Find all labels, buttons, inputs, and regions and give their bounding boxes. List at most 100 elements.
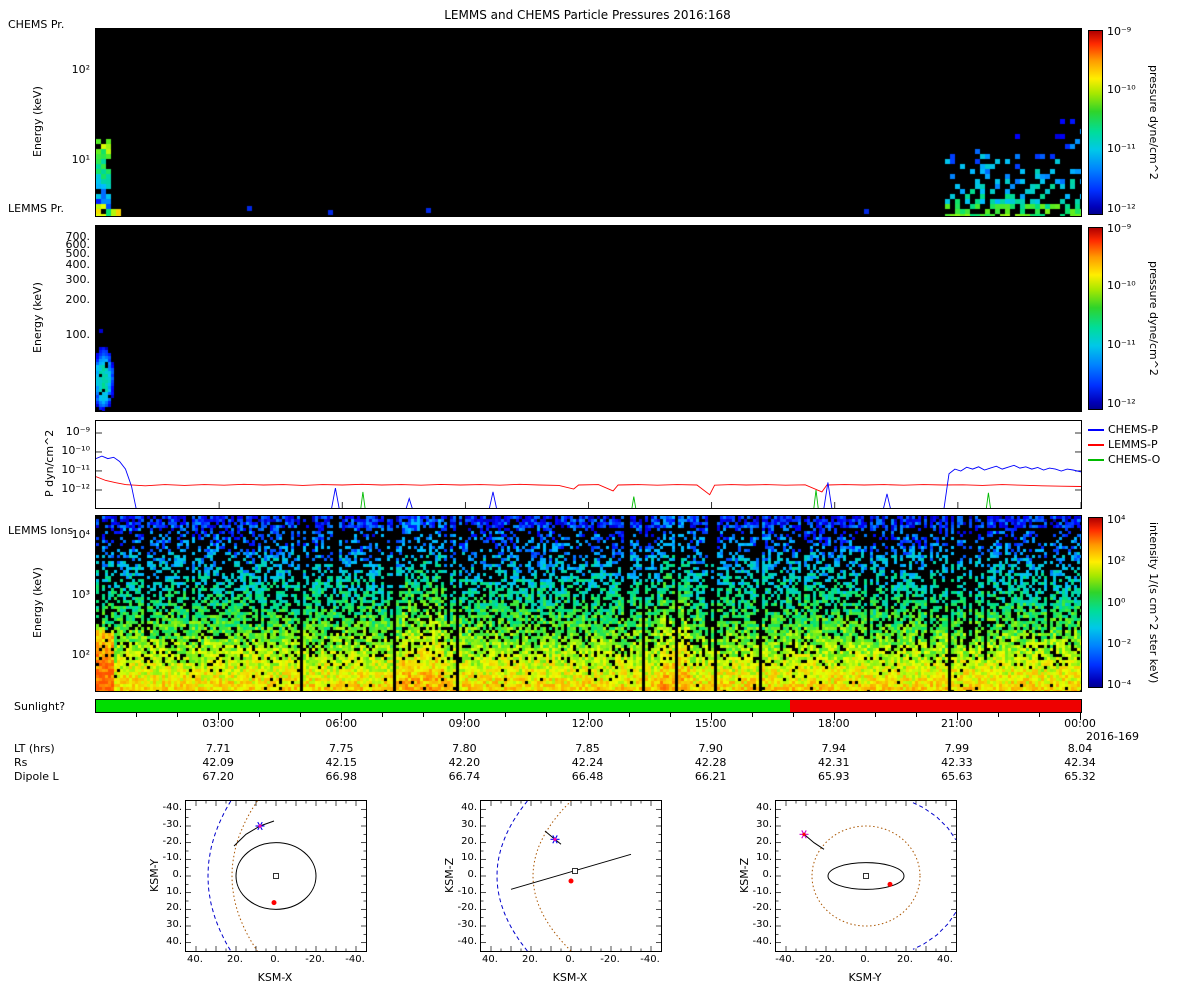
- chems-spectrogram-canvas: [96, 29, 1081, 216]
- bowshock-arc-bottom: [913, 912, 956, 949]
- orbit-xz-svg: [481, 801, 661, 951]
- chems-colorbar-unit-label: pressure dyne/cm^2: [1146, 30, 1161, 215]
- colorbar-tick-label: 10⁻¹⁰: [1107, 279, 1147, 292]
- saturn-marker: [274, 874, 279, 879]
- time-tick-mark: [793, 713, 794, 717]
- colorbar-tick-label: 10⁻¹²: [1107, 202, 1147, 215]
- ions-spectrogram-panel: [95, 515, 1082, 692]
- ions-energy-axis-label: Energy (keV): [30, 515, 45, 690]
- lt-value: 8.04: [1050, 742, 1110, 755]
- orbit-xy-svg: [186, 801, 366, 951]
- lemms-colorbar-unit-label: pressure dyne/cm^2: [1146, 227, 1161, 410]
- time-tick-mark: [259, 713, 260, 717]
- dipole-value: 65.93: [804, 770, 864, 783]
- orbit-plot-xz: [480, 800, 662, 952]
- trajectory: [804, 834, 824, 849]
- colorbar-tick-label: 10⁻⁴: [1107, 678, 1147, 691]
- time-tick-mark: [998, 713, 999, 717]
- time-tick-mark: [177, 713, 178, 717]
- orbit-x-tick-label: -40.: [770, 954, 800, 965]
- lemms-p-line: [96, 477, 1081, 495]
- dipole-value: 67.20: [188, 770, 248, 783]
- rs-value: 42.15: [311, 756, 371, 769]
- bowshock-arc-top: [913, 803, 956, 840]
- colorbar-tick-label: 10⁻¹¹: [1107, 142, 1147, 155]
- dipole-value: 66.21: [681, 770, 741, 783]
- y-tick-label: 10⁴: [38, 528, 90, 541]
- magnetopause-curve: [533, 801, 571, 951]
- orbit-y-tick-label: 30.: [451, 819, 477, 830]
- orbit-y-tick-label: -40.: [451, 936, 477, 947]
- time-tick-mark: [752, 713, 753, 717]
- y-tick-label: 10⁻¹¹: [38, 463, 90, 476]
- orbit-x-tick-label: 40.: [475, 954, 505, 965]
- colorbar-tick-label: 10⁻⁹: [1107, 222, 1147, 235]
- orbit-y-tick-label: 10.: [746, 852, 772, 863]
- spacecraft-center-dot: [553, 838, 556, 841]
- y-tick-label: 300.: [38, 273, 90, 286]
- orbit-x-tick-label: 20.: [515, 954, 545, 965]
- rs-value: 42.31: [804, 756, 864, 769]
- time-tick-mark: [300, 713, 301, 717]
- colorbar-tick-label: 10⁻¹²: [1107, 397, 1147, 410]
- lt-value: 7.80: [434, 742, 494, 755]
- orbit-yz-svg: [776, 801, 956, 951]
- saturn-marker: [573, 869, 578, 874]
- plot-page: LEMMS and CHEMS Particle Pressures 2016:…: [0, 0, 1200, 1000]
- rs-value: 42.33: [927, 756, 987, 769]
- time-tick-label: 18:00: [804, 717, 864, 730]
- rs-value: 42.28: [681, 756, 741, 769]
- orbit-y-tick-label: 0.: [156, 869, 182, 880]
- legend-swatch: [1088, 444, 1104, 446]
- chems-spectrogram-panel: [95, 28, 1082, 217]
- time-tick-label: 15:00: [681, 717, 741, 730]
- ions-intensity-colorbar: [1088, 517, 1103, 688]
- time-tick-mark: [136, 713, 137, 717]
- orbit-x-tick-label: 40.: [180, 954, 210, 965]
- orbit-xz-xlabel: KSM-X: [540, 971, 600, 984]
- y-tick-label: 400.: [38, 258, 90, 271]
- orbit-y-tick-label: 40.: [451, 802, 477, 813]
- orbit-y-tick-label: 0.: [451, 869, 477, 880]
- lemms-spectrogram-canvas: [96, 226, 1081, 411]
- legend-label: CHEMS-P: [1108, 423, 1158, 436]
- orbit-y-tick-label: 0.: [746, 869, 772, 880]
- position-dot: [569, 879, 574, 884]
- bowshock-curve: [208, 801, 231, 951]
- orbit-y-tick-label: 10.: [156, 886, 182, 897]
- dipole-value: 66.48: [558, 770, 618, 783]
- lt-value: 7.94: [804, 742, 864, 755]
- sunlight-bar: [95, 699, 1082, 713]
- orbit-x-tick-label: 0.: [850, 954, 880, 965]
- chems-energy-axis-label: Energy (keV): [30, 28, 45, 215]
- dipole-value: 65.32: [1050, 770, 1110, 783]
- rs-value: 42.34: [1050, 756, 1110, 769]
- orbit-y-tick-label: -20.: [156, 836, 182, 847]
- colorbar-tick-label: 10⁴: [1107, 513, 1147, 526]
- time-tick-label: 09:00: [434, 717, 494, 730]
- dipole-value: 66.98: [311, 770, 371, 783]
- rs-row-label: Rs: [14, 756, 27, 769]
- orbit-y-tick-label: 20.: [156, 902, 182, 913]
- legend-label: CHEMS-O: [1108, 453, 1160, 466]
- orbit-y-tick-label: -20.: [451, 902, 477, 913]
- sunlight-label: Sunlight?: [14, 700, 65, 713]
- orbit-y-tick-label: -10.: [746, 886, 772, 897]
- chems-p-line: [96, 456, 1081, 508]
- y-tick-label: 10²: [38, 648, 90, 661]
- lt-value: 7.99: [927, 742, 987, 755]
- orbit-x-tick-label: -40.: [340, 954, 370, 965]
- orbit-y-tick-label: -30.: [451, 919, 477, 930]
- orbit-line: [511, 854, 631, 889]
- y-tick-label: 10²: [38, 63, 90, 76]
- bowshock-curve: [497, 801, 527, 951]
- time-tick-mark: [916, 713, 917, 717]
- orbit-y-tick-label: 20.: [746, 836, 772, 847]
- orbit-x-tick-label: 40.: [930, 954, 960, 965]
- lt-value: 7.85: [558, 742, 618, 755]
- chems-pressure-colorbar: [1088, 30, 1103, 215]
- time-tick-label: 03:00: [188, 717, 248, 730]
- orbit-x-tick-label: -20.: [595, 954, 625, 965]
- time-tick-mark: [1039, 713, 1040, 717]
- legend-swatch: [1088, 429, 1104, 431]
